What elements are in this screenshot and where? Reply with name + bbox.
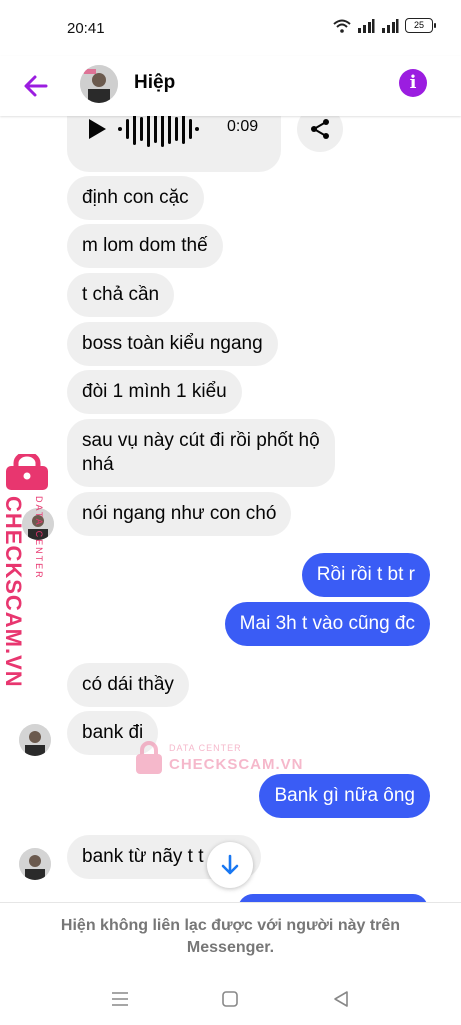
share-icon [311, 119, 329, 139]
lock-icon [136, 741, 162, 774]
info-icon[interactable]: i [399, 69, 427, 97]
audio-duration: 0:09 [227, 118, 259, 135]
unavailable-notice: Hiện không liên lạc được với người này t… [60, 917, 401, 956]
battery-icon: 25 [405, 18, 436, 33]
scroll-to-bottom-button[interactable] [207, 842, 253, 888]
avatar [19, 848, 51, 880]
watermark: DATA CENTER CHECKSCAM.VN [135, 741, 303, 781]
signal-icon [358, 18, 375, 33]
outgoing-message[interactable]: Rồi rồi t bt r [301, 553, 430, 597]
message-line: nhá [82, 454, 114, 475]
footer: Hiện không liên lạc được với người này t… [0, 902, 461, 1025]
incoming-message[interactable]: m lom dom thế [67, 224, 223, 268]
play-icon[interactable] [87, 118, 107, 140]
watermark-text: CHECKSCAM.VN [1, 496, 26, 688]
status-bar: 20:41 25 [0, 0, 461, 56]
watermark-subtext: DATA CENTER [169, 743, 242, 753]
incoming-message[interactable]: sau vụ này cút đi rồi phốt hộ nhá [67, 419, 335, 487]
outgoing-message[interactable]: Mai 3h t vào cũng đc [224, 602, 430, 646]
incoming-message[interactable]: đòi 1 mình 1 kiểu [67, 370, 242, 414]
incoming-message[interactable]: nói ngang như con chó [67, 492, 292, 536]
conversation-header: Hiệp i [0, 56, 461, 116]
home-nav-icon[interactable] [218, 987, 242, 1011]
watermark: CHECKSCAM.VN DATA CENTER [1, 454, 52, 688]
share-button[interactable] [297, 116, 343, 152]
lock-icon [6, 454, 48, 490]
audio-message[interactable]: 0:09 [67, 116, 281, 172]
recents-nav-icon[interactable] [108, 987, 132, 1011]
status-time: 20:41 [67, 20, 105, 37]
outgoing-message-partial[interactable] [238, 894, 428, 902]
message-line: sau vụ này cút đi rồi phốt hộ [82, 430, 320, 451]
avatar[interactable] [80, 65, 118, 103]
waveform-icon [118, 116, 199, 147]
incoming-message[interactable]: boss toàn kiểu ngang [67, 322, 278, 366]
incoming-message[interactable]: t chả cần [67, 273, 175, 317]
wifi-icon [333, 19, 351, 33]
contact-name[interactable]: Hiệp [134, 72, 175, 94]
incoming-message[interactable]: định con cặc [67, 176, 204, 220]
incoming-message[interactable]: có dái thầy [67, 663, 189, 707]
watermark-subtext: DATA CENTER [34, 496, 44, 580]
watermark-text: CHECKSCAM.VN [169, 756, 304, 773]
message-list[interactable]: 0:09 định con cặc m lom dom thế t chả cầ… [0, 116, 461, 902]
back-arrow-icon[interactable] [20, 70, 52, 102]
avatar [19, 724, 51, 756]
status-icons: 25 [333, 18, 436, 33]
signal-icon [382, 18, 399, 33]
arrow-down-icon [221, 854, 239, 875]
back-nav-icon[interactable] [329, 987, 353, 1011]
